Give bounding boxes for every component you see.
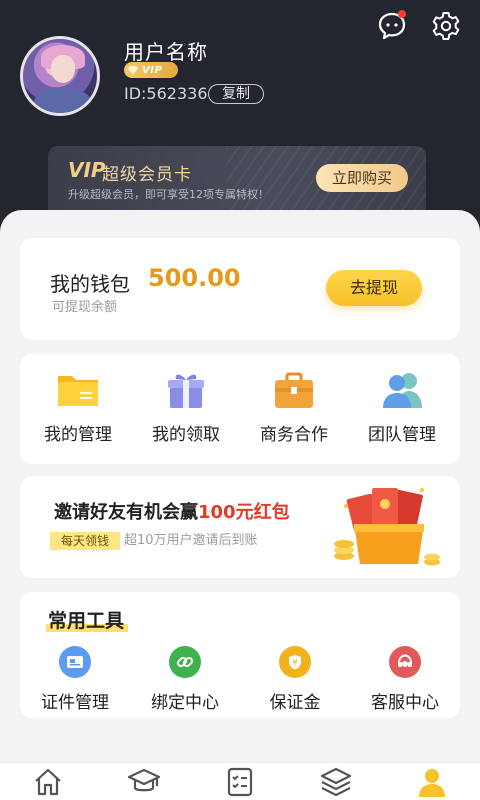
- tab-discover[interactable]: [316, 764, 356, 800]
- checklist-icon: [227, 767, 253, 796]
- quick-menu: 我的管理 我的领取 商务合作 团队管理: [20, 354, 460, 464]
- deposit-icon: ¥: [279, 646, 311, 678]
- red-packet-gift-illustration: [334, 488, 440, 566]
- withdraw-button[interactable]: 去提现: [326, 270, 422, 306]
- link-icon: [169, 646, 201, 678]
- common-tools-card: 常用工具 证件管理 绑定中心 ¥ 保证金 客服中心: [20, 592, 460, 718]
- menu-label: 商务合作: [260, 425, 328, 445]
- folder-icon: [56, 370, 100, 410]
- menu-item-team-management[interactable]: 团队管理: [352, 370, 452, 464]
- menu-label: 团队管理: [368, 425, 436, 445]
- wallet-balance: 500.00: [148, 264, 241, 292]
- tools-title: 常用工具: [48, 610, 125, 632]
- vip-card-title: 超级会员卡: [102, 165, 192, 185]
- invite-subtitle: 超10万用户邀请后到账: [124, 533, 258, 548]
- invite-banner[interactable]: 邀请好友有机会赢100元红包 每天领钱 超10万用户邀请后到账: [20, 476, 460, 578]
- tool-customer-service[interactable]: 客服中心: [355, 646, 455, 713]
- tool-label: 保证金: [269, 693, 321, 713]
- graduation-cap-icon: [127, 768, 161, 791]
- gift-box-icon: [164, 370, 208, 410]
- user-icon: [419, 768, 445, 797]
- diamond-icon: [128, 65, 138, 75]
- bottom-tab-bar: [0, 762, 480, 800]
- layers-icon: [320, 767, 352, 796]
- svg-text:¥: ¥: [292, 658, 297, 667]
- buy-now-button[interactable]: 立即购买: [316, 164, 408, 192]
- tool-label: 绑定中心: [151, 693, 219, 713]
- tool-deposit[interactable]: ¥ 保证金: [245, 646, 345, 713]
- vip-badge-label: VIP: [142, 64, 163, 76]
- tab-home[interactable]: [28, 764, 68, 800]
- menu-item-my-claims[interactable]: 我的领取: [136, 370, 236, 464]
- settings-gear-icon[interactable]: [430, 10, 462, 42]
- tab-profile[interactable]: [412, 764, 452, 800]
- id-card-icon: [59, 646, 91, 678]
- user-id: ID:562336: [124, 84, 208, 103]
- message-icon[interactable]: [376, 10, 408, 42]
- tab-tasks[interactable]: [220, 764, 260, 800]
- tool-label: 客服中心: [371, 693, 439, 713]
- customer-service-icon: [389, 646, 421, 678]
- notification-dot: [398, 10, 406, 18]
- vip-card-subtitle: 升级超级会员，即可享受12项专属特权！: [68, 188, 269, 201]
- copy-id-button[interactable]: 复制: [208, 84, 264, 104]
- avatar[interactable]: [20, 36, 100, 116]
- wallet-title: 我的钱包: [50, 272, 130, 296]
- profile-header: 用户名称 VIP ID:562336 复制 VIP 超级会员卡 升级超级会员，即…: [0, 0, 480, 240]
- daily-money-tag: 每天领钱: [50, 532, 120, 550]
- user-name: 用户名称: [124, 40, 208, 64]
- header-actions: [376, 10, 462, 42]
- invite-title-highlight: 100元红包: [198, 502, 290, 523]
- invite-title-prefix: 邀请好友有机会赢: [54, 502, 198, 523]
- menu-label: 我的管理: [44, 425, 112, 445]
- tool-id-management[interactable]: 证件管理: [25, 646, 125, 713]
- vip-logo: VIP: [68, 158, 106, 182]
- wallet-subtitle: 可提现余额: [52, 300, 118, 315]
- wallet-card: 我的钱包 可提现余额 500.00 去提现: [20, 238, 460, 340]
- home-icon: [35, 768, 61, 795]
- menu-item-my-management[interactable]: 我的管理: [28, 370, 128, 464]
- menu-item-business-cooperation[interactable]: 商务合作: [244, 370, 344, 464]
- invite-title: 邀请好友有机会赢100元红包: [54, 498, 290, 524]
- tab-courses[interactable]: [124, 764, 164, 800]
- menu-label: 我的领取: [152, 425, 220, 445]
- team-icon: [380, 370, 424, 410]
- tool-binding-center[interactable]: 绑定中心: [135, 646, 235, 713]
- briefcase-icon: [272, 370, 316, 410]
- vip-badge: VIP: [124, 62, 178, 78]
- tool-label: 证件管理: [41, 693, 109, 713]
